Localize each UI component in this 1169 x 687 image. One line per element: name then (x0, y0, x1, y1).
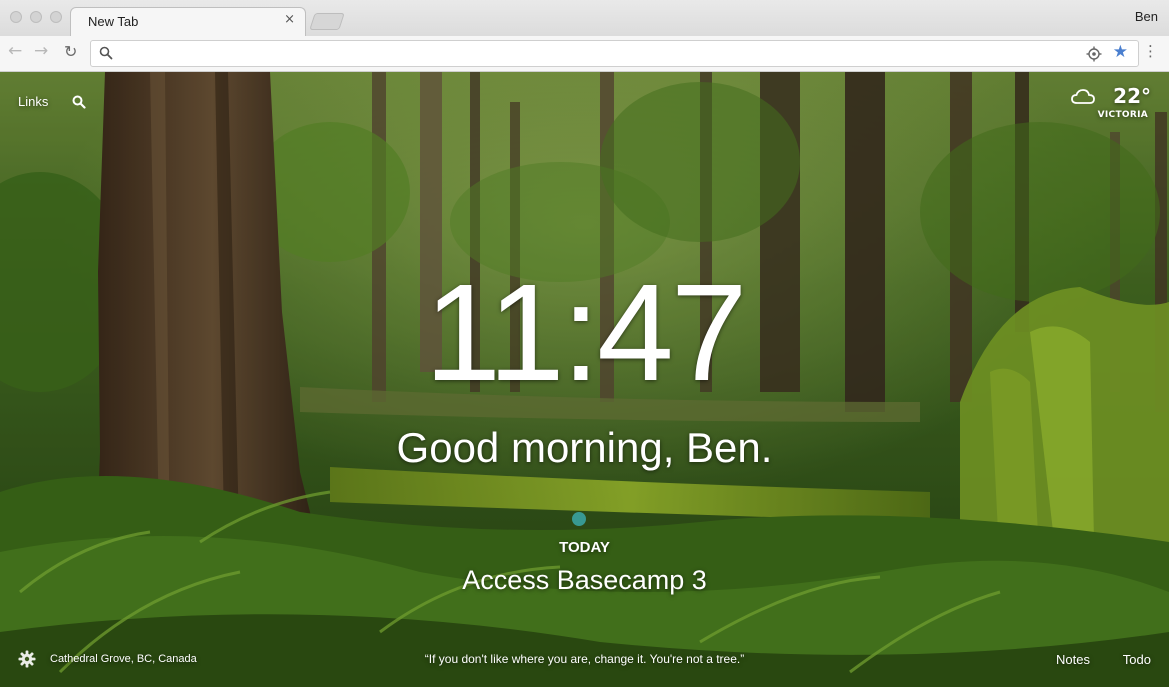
tab-new-tab[interactable]: New Tab × (70, 7, 306, 36)
new-tab-dashboard: Links 22° VICTORIA 11:47 Good morning, B… (0, 72, 1169, 687)
quote: “If you don't like where you are, change… (424, 652, 745, 666)
browser-menu-icon[interactable]: ⋮ (1143, 44, 1158, 59)
greeting: Good morning, Ben. (396, 424, 773, 471)
cloud-icon (1071, 89, 1095, 104)
reload-icon[interactable]: ↻ (64, 44, 77, 60)
forward-icon[interactable]: → (34, 43, 48, 60)
focus-text[interactable]: Access Basecamp 3 (0, 565, 1169, 596)
notes-button[interactable]: Notes (1056, 652, 1090, 667)
new-tab-button[interactable] (309, 13, 345, 30)
window-maximize-button[interactable] (50, 11, 62, 23)
search-icon (99, 46, 113, 60)
profile-button[interactable]: Ben (1135, 9, 1158, 24)
tab-title: New Tab (88, 14, 139, 29)
search-icon[interactable] (72, 95, 86, 109)
focus-checkbox[interactable] (572, 512, 586, 526)
browser-toolbar: ← → ↻ ★ ⋮ (0, 36, 1169, 72)
links-button[interactable]: Links (18, 94, 48, 109)
bookmark-star-icon[interactable]: ★ (1113, 44, 1128, 61)
focus-heading: TODAY (559, 539, 610, 556)
weather-city: VICTORIA (1097, 110, 1148, 120)
window-close-button[interactable] (10, 11, 22, 23)
back-icon[interactable]: ← (8, 43, 22, 60)
address-input[interactable] (119, 44, 1059, 64)
todo-button[interactable]: Todo (1123, 652, 1151, 667)
location-icon[interactable] (1086, 46, 1102, 62)
tab-close-icon[interactable]: × (284, 13, 295, 26)
weather-widget[interactable]: 22° VICTORIA (1071, 84, 1151, 124)
tab-strip: New Tab × Ben (0, 0, 1169, 36)
weather-temperature: 22° (1113, 84, 1151, 108)
address-bar[interactable]: ★ (90, 40, 1139, 67)
window-minimize-button[interactable] (30, 11, 42, 23)
clock: 11:47 (424, 256, 747, 410)
